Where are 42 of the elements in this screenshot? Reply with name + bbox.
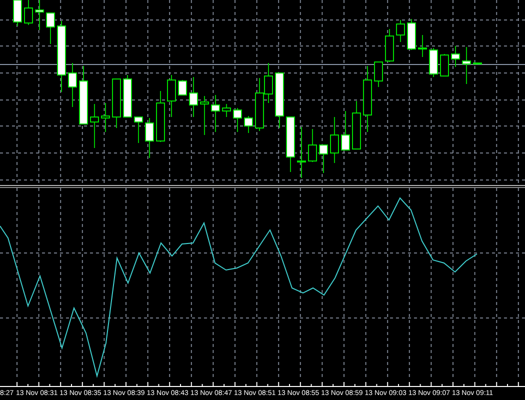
candlestick [319,144,328,174]
candlestick [211,94,220,132]
candlestick [308,128,317,162]
candlestick [440,54,449,76]
candlestick [341,110,350,150]
candlestick [156,90,165,142]
candlestick [352,100,361,150]
candlestick [123,74,132,118]
candlestick [90,104,99,148]
candlestick [396,20,405,42]
candlestick [330,116,339,164]
candlestick [101,102,110,132]
candlestick [374,62,383,88]
candlestick [134,116,143,144]
candlestick [35,0,44,30]
candlestick [57,20,66,92]
candlestick [255,78,264,132]
candlestick [189,76,198,118]
candlestick [385,28,394,62]
candlestick [264,62,273,104]
candlestick [418,34,427,58]
candlestick [275,72,284,128]
candlestick [112,78,121,128]
candlestick [451,46,460,68]
candlestick [244,116,253,134]
candlestick [178,80,187,96]
candlestick [363,66,372,132]
candlestick [79,66,88,124]
candlestick [167,74,176,118]
candlestick [286,116,295,172]
candlestick [407,18,416,50]
candlestick [429,48,438,78]
candlestick [46,12,55,44]
candlestick [13,0,22,26]
candlestick [462,46,471,84]
candlestick [200,96,209,136]
candlestick [68,62,77,108]
candlestick [297,126,306,178]
candlestick [145,118,154,158]
candlestick [473,62,482,64]
candlestick [233,108,242,132]
candlestick [222,104,231,118]
